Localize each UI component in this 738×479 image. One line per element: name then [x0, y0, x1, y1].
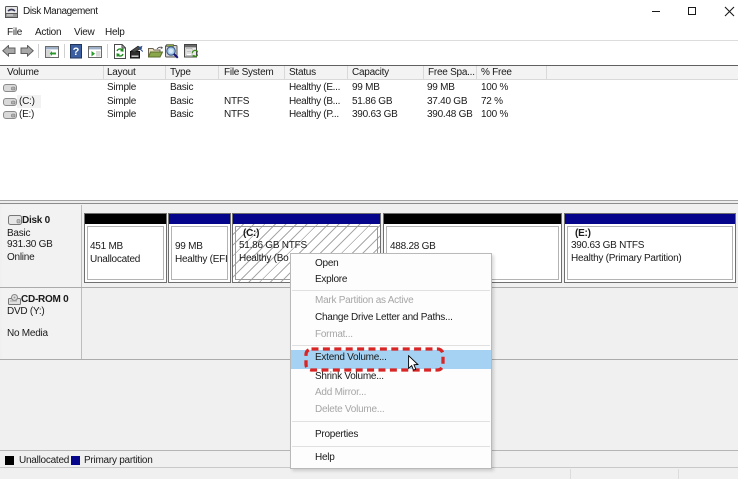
svg-text:?: ?	[73, 46, 80, 58]
